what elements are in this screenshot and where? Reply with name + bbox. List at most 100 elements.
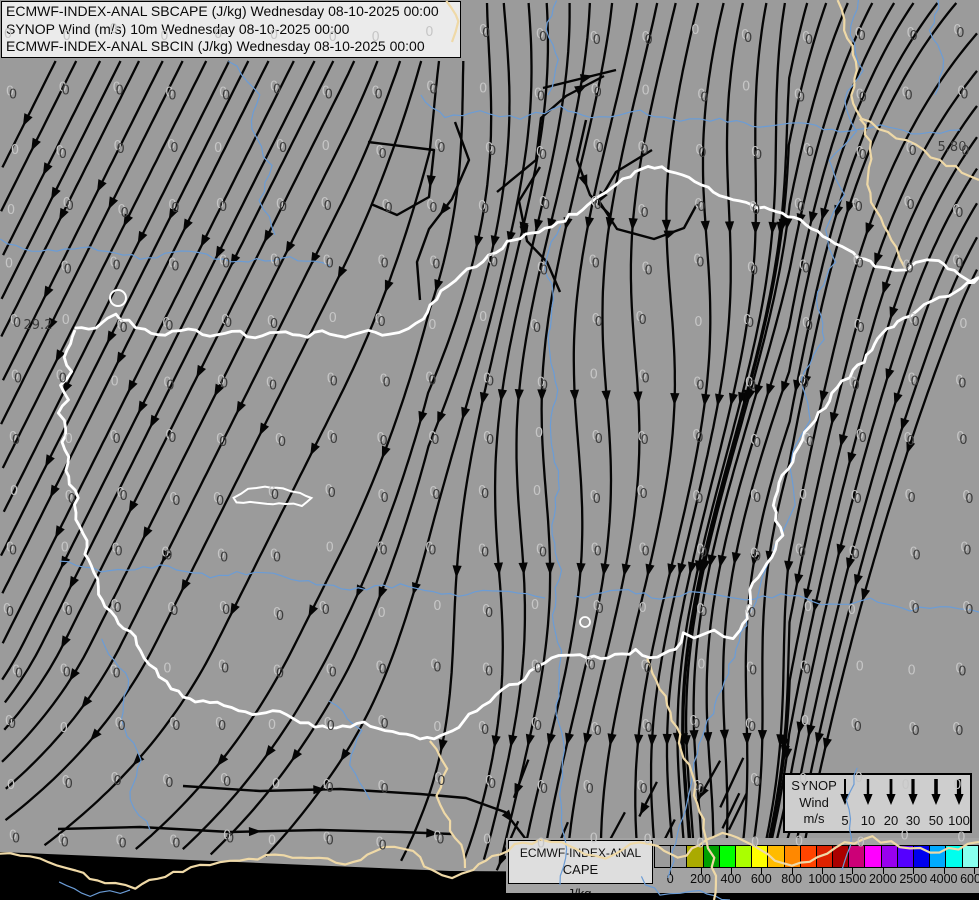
svg-text:5.80: 5.80 — [938, 140, 967, 155]
svg-text:0: 0 — [168, 431, 176, 446]
svg-text:0: 0 — [165, 86, 173, 101]
svg-text:0: 0 — [958, 377, 966, 392]
svg-text:0: 0 — [371, 85, 379, 100]
svg-text:0: 0 — [965, 603, 973, 618]
svg-text:0: 0 — [110, 375, 118, 390]
svg-text:0: 0 — [638, 369, 646, 384]
svg-text:0: 0 — [594, 86, 602, 101]
svg-text:0: 0 — [6, 540, 14, 555]
svg-text:0: 0 — [956, 26, 964, 41]
svg-text:0: 0 — [433, 720, 441, 735]
svg-text:0: 0 — [428, 543, 436, 558]
cape-tick-label: 1500 — [838, 872, 867, 886]
svg-text:0: 0 — [536, 542, 544, 557]
svg-text:0: 0 — [63, 666, 71, 681]
cape-cell-4 — [718, 846, 735, 867]
svg-text:0: 0 — [161, 545, 169, 560]
svg-text:0: 0 — [378, 147, 386, 162]
cape-legend-param: CAPE — [562, 862, 599, 877]
svg-text:0: 0 — [66, 199, 74, 214]
svg-text:0: 0 — [957, 85, 965, 100]
svg-text:0: 0 — [748, 720, 756, 735]
svg-text:0: 0 — [585, 656, 593, 671]
svg-text:0: 0 — [905, 261, 913, 276]
svg-text:0: 0 — [428, 374, 436, 389]
svg-text:0: 0 — [594, 544, 602, 559]
svg-text:0: 0 — [856, 660, 864, 675]
svg-text:0: 0 — [433, 829, 441, 844]
svg-text:0: 0 — [908, 599, 916, 614]
svg-text:0: 0 — [534, 719, 542, 734]
svg-text:0: 0 — [539, 545, 547, 560]
svg-text:0: 0 — [483, 372, 491, 387]
svg-text:0: 0 — [909, 545, 917, 560]
cape-tick-label: 2000 — [868, 872, 897, 886]
svg-text:0: 0 — [749, 664, 757, 679]
svg-text:0: 0 — [172, 494, 180, 509]
svg-text:0: 0 — [273, 664, 281, 679]
weather-map: ECMWF-INDEX-ANAL SBCAPE (J/kg) Wednesday… — [0, 0, 979, 900]
svg-text:0: 0 — [593, 492, 601, 507]
svg-text:0: 0 — [960, 88, 968, 103]
svg-text:0: 0 — [114, 544, 122, 559]
svg-text:0: 0 — [699, 545, 707, 560]
svg-text:0: 0 — [377, 253, 385, 268]
svg-text:0: 0 — [696, 542, 704, 557]
svg-text:0: 0 — [859, 91, 867, 106]
svg-text:0: 0 — [65, 432, 73, 447]
svg-text:0: 0 — [537, 376, 545, 391]
svg-text:0: 0 — [219, 86, 227, 101]
svg-text:0: 0 — [753, 491, 761, 506]
svg-text:0: 0 — [742, 80, 750, 95]
svg-text:0: 0 — [380, 782, 388, 797]
country-border — [56, 165, 979, 741]
svg-text:0: 0 — [479, 23, 487, 38]
svg-text:0: 0 — [437, 141, 445, 156]
svg-text:0: 0 — [689, 714, 697, 729]
svg-text:0: 0 — [273, 83, 281, 98]
svg-text:0: 0 — [171, 201, 179, 216]
svg-text:0: 0 — [425, 371, 433, 386]
svg-text:0: 0 — [852, 379, 860, 394]
svg-text:0: 0 — [490, 255, 498, 270]
svg-text:0: 0 — [692, 717, 700, 732]
svg-text:0: 0 — [63, 196, 71, 211]
svg-text:0: 0 — [638, 541, 646, 556]
svg-text:0: 0 — [908, 144, 916, 159]
svg-text:0: 0 — [692, 489, 700, 504]
svg-text:0: 0 — [636, 779, 644, 794]
svg-text:0: 0 — [695, 492, 703, 507]
cape-tick-label: 2500 — [899, 872, 928, 886]
svg-text:0: 0 — [163, 376, 171, 391]
svg-text:0: 0 — [540, 263, 548, 278]
svg-text:0: 0 — [853, 253, 861, 268]
svg-text:0: 0 — [58, 832, 66, 847]
svg-text:0: 0 — [378, 663, 386, 678]
svg-text:0: 0 — [425, 540, 433, 555]
svg-text:0: 0 — [119, 489, 127, 504]
svg-text:0: 0 — [478, 199, 486, 214]
svg-text:0: 0 — [750, 263, 758, 278]
svg-text:0: 0 — [691, 23, 699, 38]
svg-text:0: 0 — [488, 144, 496, 159]
svg-text:0: 0 — [221, 313, 229, 328]
svg-text:0: 0 — [906, 434, 914, 449]
svg-text:0: 0 — [641, 718, 649, 733]
svg-text:0: 0 — [9, 828, 17, 843]
svg-text:0: 0 — [270, 317, 278, 332]
svg-text:0: 0 — [746, 316, 754, 331]
cape-cell-9 — [799, 846, 816, 867]
svg-text:0: 0 — [859, 148, 867, 163]
svg-text:0: 0 — [326, 256, 334, 271]
svg-text:0: 0 — [806, 145, 814, 160]
svg-text:0: 0 — [219, 253, 227, 268]
svg-text:0: 0 — [696, 255, 704, 270]
svg-text:0: 0 — [169, 491, 177, 506]
svg-text:0: 0 — [224, 316, 232, 331]
streamline-layer — [0, 0, 979, 900]
svg-text:0: 0 — [276, 609, 284, 624]
svg-text:0: 0 — [479, 310, 487, 325]
svg-text:0: 0 — [485, 774, 493, 789]
svg-text:0: 0 — [217, 374, 225, 389]
svg-text:0: 0 — [273, 255, 281, 270]
